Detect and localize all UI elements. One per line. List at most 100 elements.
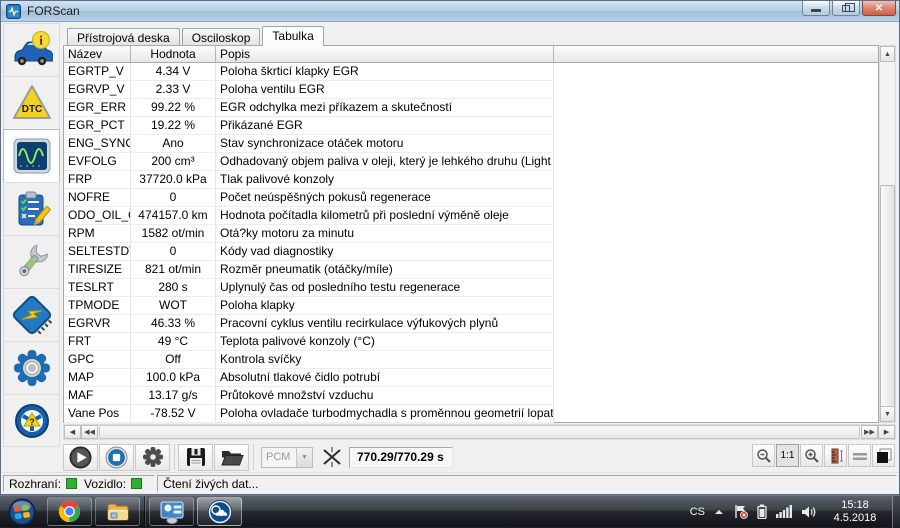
sidebar-item-configuration[interactable] (3, 288, 60, 341)
scroll-left-button[interactable]: ◀ (64, 425, 81, 439)
language-indicator[interactable]: CS (690, 506, 705, 518)
restore-button[interactable] (832, 1, 860, 16)
table-row[interactable]: MAF13.17 g/sPrůtokové množství vzduchu (64, 387, 878, 405)
cell-name: EVFOLG (64, 153, 131, 171)
table-row[interactable]: Vane Pos-78.52 VPoloha ovladače turbodmy… (64, 405, 878, 423)
horizontal-scroll-thumb[interactable] (99, 425, 860, 439)
sidebar-item-service[interactable] (3, 235, 60, 288)
zoom-1to1-button[interactable]: 1:1 (776, 444, 799, 467)
table-row[interactable]: EGR_PCT19.22 %Přikázané EGR (64, 117, 878, 135)
background-color-button[interactable] (872, 444, 895, 467)
horizontal-scroll-track[interactable] (98, 425, 861, 439)
zoom-in-button[interactable] (800, 444, 823, 467)
toolbar-separator (253, 444, 254, 470)
table-row[interactable]: EGRVR46.33 %Pracovní cyklus ventilu reci… (64, 315, 878, 333)
interface-status-led (66, 478, 77, 489)
table-row[interactable]: NOFRE0Počet neúspěšných pokusů regenerac… (64, 189, 878, 207)
cell-desc: Rozměr pneumatik (otáčky/míle) (216, 261, 554, 279)
sidebar-item-about[interactable]: ? (3, 394, 60, 447)
table-row[interactable]: FRT49 °CTeplota palivové konzoly (°C) (64, 333, 878, 351)
battery-icon[interactable] (757, 504, 767, 519)
scroll-right-button[interactable]: ▶ (878, 425, 895, 439)
table-row[interactable]: RPM1582 ot/minOtá?ky motoru za minutu (64, 225, 878, 243)
taskbar-item-chrome[interactable] (47, 497, 92, 526)
status-bar: Rozhraní: Vozidlo: Čtení živých dat... (1, 472, 899, 494)
cell-desc: Počet neúspěšných pokusů regenerace (216, 189, 554, 207)
table-row[interactable]: EGRTP_V4.34 VPoloha škrticí klapky EGR (64, 63, 878, 81)
taskbar-item-display-app[interactable] (149, 497, 194, 526)
cell-filler (554, 207, 878, 225)
ruler-button[interactable] (824, 444, 847, 467)
vertical-scroll-thumb[interactable] (880, 185, 895, 410)
sidebar-item-settings[interactable] (3, 341, 60, 394)
table-row[interactable]: EVFOLG200 cm³Odhadovaný objem paliva v o… (64, 153, 878, 171)
cell-desc: Poloha škrticí klapky EGR (216, 63, 554, 81)
status-message: Čtení živých dat... (163, 477, 258, 491)
record-settings-button[interactable] (135, 444, 170, 471)
open-button[interactable] (214, 444, 249, 471)
close-button[interactable]: ✕ (862, 1, 896, 16)
column-header-value[interactable]: Hodnota (131, 46, 216, 62)
column-header-description[interactable]: Popis (216, 46, 554, 62)
tab-table[interactable]: Tabulka (262, 26, 323, 46)
cell-desc: Poloha ventilu EGR (216, 81, 554, 99)
scroll-down-button[interactable]: ▼ (880, 406, 895, 422)
show-desktop-button[interactable] (892, 496, 900, 528)
cell-name: MAP (64, 369, 131, 387)
dtc-icon: DTC (11, 83, 53, 123)
taskbar-item-forscan[interactable] (197, 497, 242, 526)
table-row[interactable]: TESLRT280 sUplynulý čas od posledního te… (64, 279, 878, 297)
action-center-flag-icon[interactable] (733, 504, 748, 519)
cell-filler (554, 297, 878, 315)
table-row[interactable]: EGR_ERR99.22 %EGR odchylka mezi příkazem… (64, 99, 878, 117)
start-button[interactable] (0, 496, 44, 527)
scroll-right-fast-button[interactable]: ▶▶ (861, 425, 878, 439)
cell-value: 19.22 % (131, 117, 216, 135)
horizontal-scrollbar[interactable]: ◀ ◀◀ ▶▶ ▶ (63, 424, 896, 440)
table-header: Název Hodnota Popis (64, 46, 878, 63)
cell-name: EGR_ERR (64, 99, 131, 117)
module-select[interactable]: PCM ▼ (261, 447, 313, 468)
close-icon: ✕ (875, 3, 883, 14)
stop-button[interactable] (99, 444, 134, 471)
table-row[interactable]: GPCOffKontrola svíčky (64, 351, 878, 369)
cell-filler (554, 387, 878, 405)
save-button[interactable] (178, 444, 213, 471)
sidebar-item-dtc[interactable]: DTC (3, 76, 60, 129)
speaker-icon[interactable] (801, 505, 817, 519)
toolbar-separator (174, 444, 175, 470)
table-row[interactable]: FRP37720.0 kPaTlak palivové konzoly (64, 171, 878, 189)
play-button[interactable] (63, 444, 98, 471)
grid-lines-button[interactable] (848, 444, 871, 467)
table-row[interactable]: MAP100.0 kPaAbsolutní tlakové čidlo potr… (64, 369, 878, 387)
taskbar-item-explorer[interactable] (95, 497, 140, 526)
sidebar-item-vehicle-info[interactable]: i (3, 23, 60, 76)
zoom-out-icon (756, 448, 772, 464)
table-row[interactable]: SELTESTDTC0Kódy vad diagnostiky (64, 243, 878, 261)
tab-dashboard[interactable]: Přístrojová deska (67, 28, 180, 46)
hidden-icons-chevron[interactable] (714, 508, 724, 516)
about-icon: ? (11, 401, 53, 441)
cell-value: 0 (131, 243, 216, 261)
gear-icon (142, 446, 164, 468)
scroll-up-button[interactable]: ▲ (880, 46, 895, 62)
sidebar-item-oscilloscope[interactable] (3, 129, 60, 182)
table-row[interactable]: EGRVP_V2.33 VPoloha ventilu EGR (64, 81, 878, 99)
table-row[interactable]: TIRESIZE821 ot/minRozměr pneumatik (otáč… (64, 261, 878, 279)
svg-text:DTC: DTC (21, 104, 42, 115)
scroll-left-fast-button[interactable]: ◀◀ (81, 425, 98, 439)
table-row[interactable]: ODO_OIL_CH474157.0 kmHodnota počítadla k… (64, 207, 878, 225)
cell-value: 280 s (131, 279, 216, 297)
disconnect-button[interactable] (317, 444, 347, 471)
table-row[interactable]: ENG_SYNCAnoStav synchronizace otáček mot… (64, 135, 878, 153)
column-header-name[interactable]: Název (64, 46, 131, 62)
vertical-scrollbar[interactable]: ▲ ▼ (879, 45, 896, 423)
sidebar-item-tests[interactable] (3, 182, 60, 235)
cell-value: -78.52 V (131, 405, 216, 423)
zoom-out-button[interactable] (752, 444, 775, 467)
network-signal-icon[interactable] (776, 505, 792, 518)
tab-oscilloscope[interactable]: Osciloskop (182, 28, 261, 46)
taskbar-clock[interactable]: 15:18 4.5.2018 (826, 499, 884, 525)
minimize-button[interactable] (802, 1, 830, 16)
table-row[interactable]: TPMODEWOTPoloha klapky (64, 297, 878, 315)
